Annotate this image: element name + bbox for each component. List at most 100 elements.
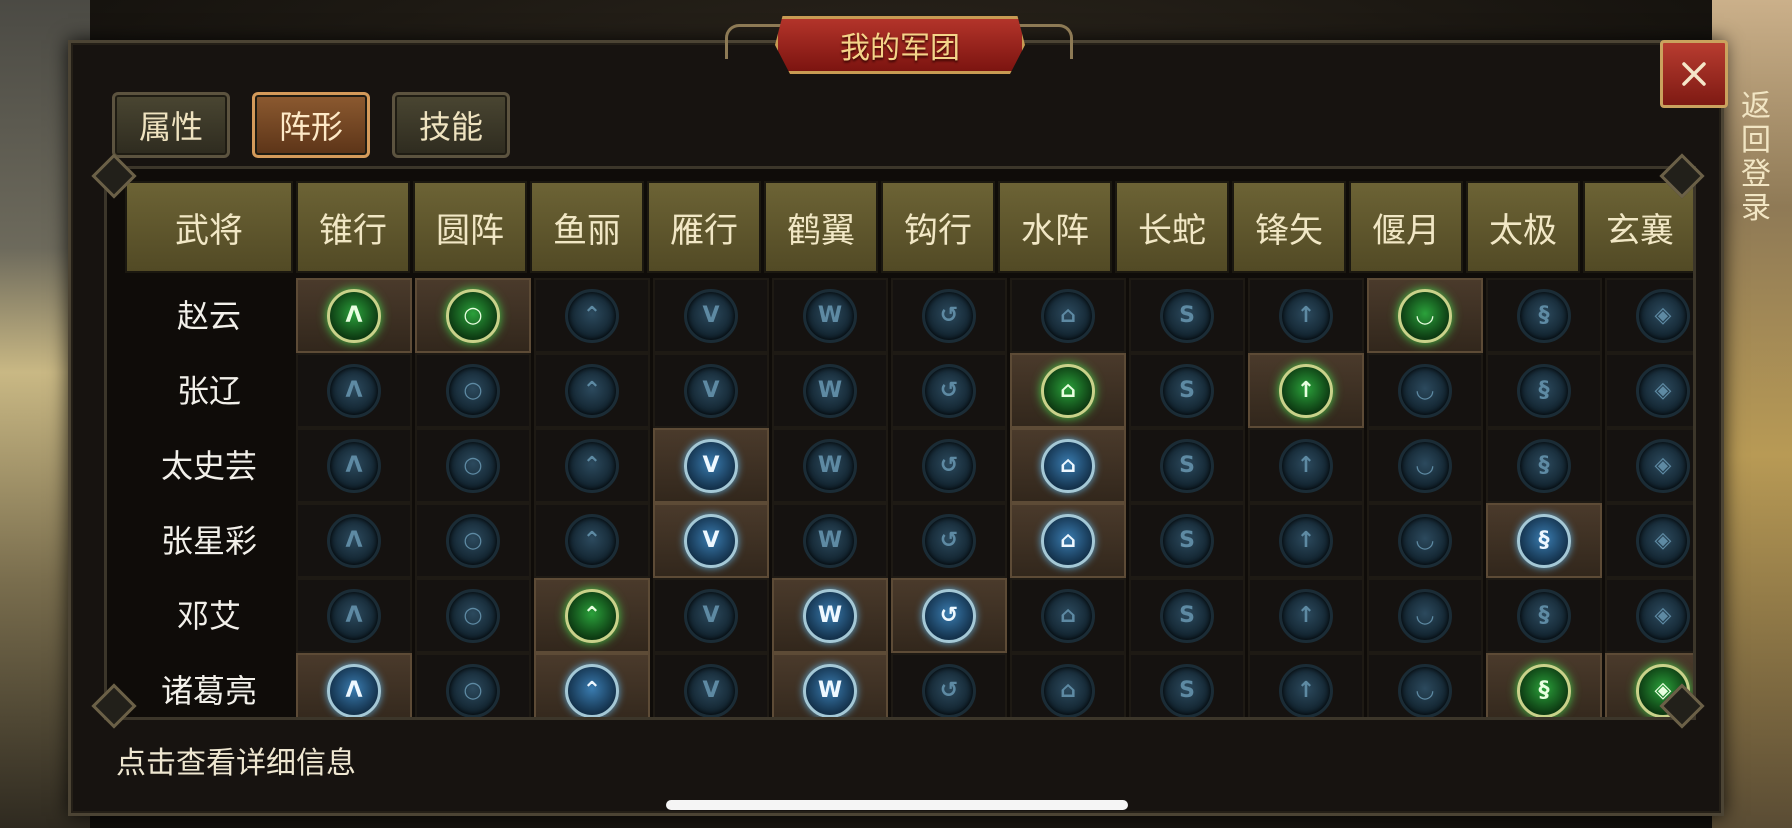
formation-cell[interactable]: ↑ [1248,503,1364,578]
formation-cell[interactable]: V [653,503,769,578]
formation-cell[interactable]: ○ [415,503,531,578]
formation-cell[interactable]: S [1129,653,1245,717]
formation-cell[interactable]: ↑ [1248,653,1364,717]
formation-cell[interactable]: Λ [296,278,412,353]
formation-cell[interactable]: Λ [296,578,412,653]
formation-cell[interactable]: ◡ [1367,353,1483,428]
general-name[interactable]: 赵云 [125,276,293,351]
formation-cell[interactable]: ↑ [1248,353,1364,428]
formation-cell[interactable]: Λ [296,503,412,578]
formation-cell[interactable]: ⌃ [534,353,650,428]
general-row[interactable]: 张辽 Λ ○ ⌃ V W ↺ ⌂ S ↑ ◡ § ◈ [125,351,1693,428]
formation-cell[interactable]: Λ [296,428,412,503]
header-formation[interactable]: 鹤翼 [764,181,878,273]
formation-cell[interactable]: V [653,278,769,353]
formation-cell[interactable]: ○ [415,428,531,503]
formation-cell[interactable]: ↺ [891,278,1007,353]
formation-cell[interactable]: ↺ [891,653,1007,717]
formation-cell[interactable]: V [653,428,769,503]
formation-cell[interactable]: ◈ [1605,503,1693,578]
formation-cell[interactable]: ◈ [1605,278,1693,353]
tab-attributes[interactable]: 属性 [112,92,230,158]
formation-cell[interactable]: ↑ [1248,428,1364,503]
close-button[interactable] [1660,40,1728,108]
general-row[interactable]: 赵云 Λ ○ ⌃ V W ↺ ⌂ S ↑ ◡ § ◈ [125,276,1693,353]
general-name[interactable]: 诸葛亮 [125,651,293,717]
formation-cell[interactable]: ◡ [1367,278,1483,353]
formation-cell[interactable]: ⌃ [534,578,650,653]
general-name[interactable]: 太史芸 [125,426,293,501]
formation-cell[interactable]: ↺ [891,353,1007,428]
formation-cell[interactable]: S [1129,503,1245,578]
formation-cell[interactable]: ⌃ [534,278,650,353]
formation-cell[interactable]: ⌃ [534,503,650,578]
formation-cell[interactable]: ◈ [1605,428,1693,503]
formation-cell[interactable]: ○ [415,578,531,653]
formation-cell[interactable]: ◡ [1367,503,1483,578]
general-name[interactable]: 张星彩 [125,501,293,576]
header-formation[interactable]: 圆阵 [413,181,527,273]
formation-cell[interactable]: ○ [415,353,531,428]
header-formation[interactable]: 偃月 [1349,181,1463,273]
formation-cell[interactable]: ⌂ [1010,428,1126,503]
formation-cell[interactable]: § [1486,653,1602,717]
formation-cell[interactable]: V [653,353,769,428]
formation-cell[interactable]: § [1486,353,1602,428]
general-name[interactable]: 张辽 [125,351,293,426]
formation-cell[interactable]: ↺ [891,428,1007,503]
formation-cell[interactable]: S [1129,353,1245,428]
formation-cell[interactable]: Λ [296,353,412,428]
formation-cell[interactable]: ○ [415,278,531,353]
formation-cell[interactable]: ○ [415,653,531,717]
formation-cell[interactable]: ⌂ [1010,503,1126,578]
general-row[interactable]: 诸葛亮 Λ ○ ⌃ V W ↺ ⌂ S ↑ ◡ § ◈ [125,651,1693,717]
formation-cell[interactable]: ⌂ [1010,353,1126,428]
formation-cell[interactable]: W [772,653,888,717]
formation-cell[interactable]: ◈ [1605,353,1693,428]
formation-cell[interactable]: ↑ [1248,278,1364,353]
formation-cell[interactable]: § [1486,578,1602,653]
formation-cell[interactable]: ⌂ [1010,653,1126,717]
formation-cell[interactable]: V [653,578,769,653]
formation-cell[interactable]: S [1129,578,1245,653]
formation-cell[interactable]: W [772,428,888,503]
home-indicator[interactable] [666,800,1128,810]
general-row[interactable]: 张星彩 Λ ○ ⌃ V W ↺ ⌂ S ↑ ◡ § ◈ [125,501,1693,578]
formation-cell[interactable]: ◡ [1367,578,1483,653]
general-row[interactable]: 邓艾 Λ ○ ⌃ V W ↺ ⌂ S ↑ ◡ § ◈ [125,576,1693,653]
formation-cell[interactable]: ↺ [891,578,1007,653]
header-formation[interactable]: 鱼丽 [530,181,644,273]
formation-cell[interactable]: § [1486,503,1602,578]
formation-cell[interactable]: ◈ [1605,578,1693,653]
formation-cell[interactable]: ◡ [1367,653,1483,717]
formation-cell[interactable]: ↑ [1248,578,1364,653]
formation-cell[interactable]: Λ [296,653,412,717]
tab-skills[interactable]: 技能 [392,92,510,158]
header-formation[interactable]: 太极 [1466,181,1580,273]
formation-cell[interactable]: ⌂ [1010,578,1126,653]
header-formation[interactable]: 锥行 [296,181,410,273]
header-formation[interactable]: 钩行 [881,181,995,273]
formation-cell[interactable]: W [772,503,888,578]
general-row[interactable]: 太史芸 Λ ○ ⌃ V W ↺ ⌂ S ↑ ◡ § ◈ [125,426,1693,503]
formation-cell[interactable]: § [1486,278,1602,353]
formation-cell[interactable]: S [1129,278,1245,353]
formation-cell[interactable]: V [653,653,769,717]
formation-cell[interactable]: ◡ [1367,428,1483,503]
formation-cell[interactable]: ⌃ [534,428,650,503]
formation-cell[interactable]: § [1486,428,1602,503]
formation-cell[interactable]: ⌂ [1010,278,1126,353]
header-formation[interactable]: 锋矢 [1232,181,1346,273]
formation-cell[interactable]: W [772,578,888,653]
formation-cell[interactable]: W [772,353,888,428]
formation-cell[interactable]: W [772,278,888,353]
header-formation[interactable]: 水阵 [998,181,1112,273]
formation-cell[interactable]: ↺ [891,503,1007,578]
header-formation[interactable]: 雁行 [647,181,761,273]
tab-formation[interactable]: 阵形 [252,92,370,158]
formation-cell[interactable]: S [1129,428,1245,503]
formation-cell[interactable]: ⌃ [534,653,650,717]
general-name[interactable]: 邓艾 [125,576,293,651]
header-formation[interactable]: 长蛇 [1115,181,1229,273]
return-login-text[interactable]: 返回 登录 [1730,90,1782,226]
